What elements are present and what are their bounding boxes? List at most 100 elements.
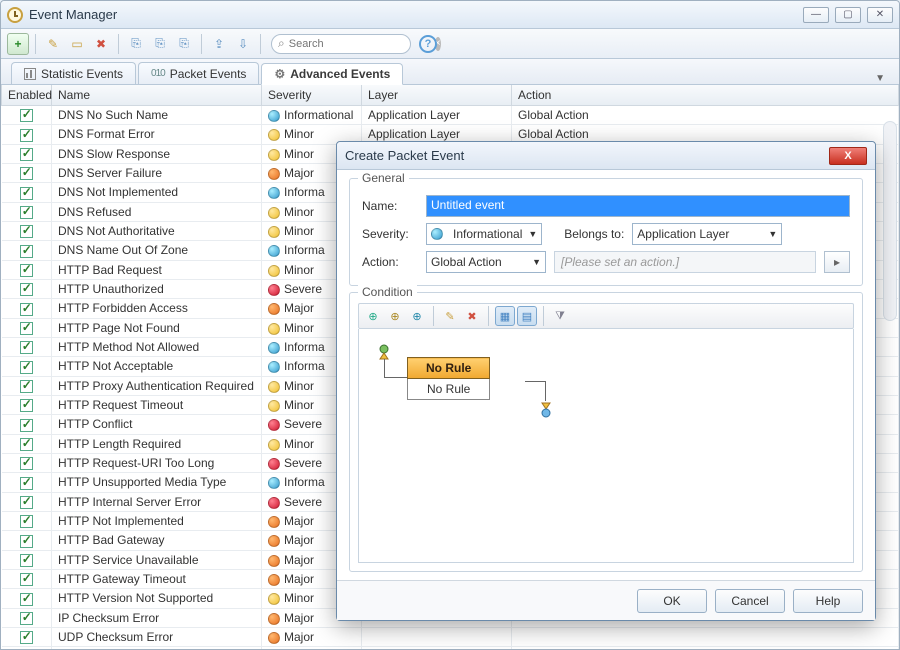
- ok-button[interactable]: OK: [637, 589, 707, 613]
- open-button[interactable]: ▭: [66, 33, 88, 55]
- enabled-checkbox[interactable]: [20, 167, 33, 180]
- enabled-checkbox[interactable]: [20, 535, 33, 548]
- severity-dot-icon: [268, 593, 280, 605]
- enabled-checkbox[interactable]: [20, 303, 33, 316]
- enabled-checkbox[interactable]: [20, 341, 33, 354]
- cond-edit-button[interactable]: ✎: [440, 306, 460, 326]
- tab-statistic-events[interactable]: Statistic Events: [11, 62, 136, 84]
- connector-line: [545, 381, 546, 401]
- cond-view2-button[interactable]: ▤: [517, 306, 537, 326]
- col-layer[interactable]: Layer: [362, 85, 512, 106]
- enabled-checkbox[interactable]: [20, 631, 33, 644]
- export-button[interactable]: ⇪: [208, 33, 230, 55]
- tabs-dropdown[interactable]: ▼: [875, 73, 889, 84]
- action-select[interactable]: Global Action ▼: [426, 251, 546, 273]
- condition-canvas[interactable]: No Rule No Rule: [358, 329, 854, 563]
- search-box[interactable]: ⌕ ×: [271, 34, 411, 54]
- enabled-checkbox[interactable]: [20, 515, 33, 528]
- cancel-button[interactable]: Cancel: [715, 589, 785, 613]
- cond-add-and-button[interactable]: ⊕: [363, 306, 383, 326]
- enabled-checkbox[interactable]: [20, 477, 33, 490]
- end-node-icon: [537, 401, 555, 419]
- enabled-checkbox[interactable]: [20, 264, 33, 277]
- tab-packet-events[interactable]: 010 Packet Events: [138, 62, 259, 84]
- copy1-button[interactable]: ⎘: [125, 33, 147, 55]
- cell-name: HTTP Unauthorized: [52, 279, 262, 298]
- copy2-button[interactable]: ⎘: [149, 33, 171, 55]
- maximize-button[interactable]: ▢: [835, 7, 861, 23]
- enabled-checkbox[interactable]: [20, 361, 33, 374]
- separator-icon: [433, 306, 434, 326]
- enabled-checkbox[interactable]: [20, 457, 33, 470]
- enabled-checkbox[interactable]: [20, 612, 33, 625]
- run-action-button[interactable]: ▸: [824, 251, 850, 273]
- action-value: Global Action: [431, 255, 502, 269]
- caret-icon: ▼: [768, 229, 777, 239]
- enabled-checkbox[interactable]: [20, 573, 33, 586]
- close-button[interactable]: ✕: [867, 7, 893, 23]
- cond-add-or-button[interactable]: ⊕: [385, 306, 405, 326]
- enabled-checkbox[interactable]: [20, 380, 33, 393]
- dialog-close-button[interactable]: X: [829, 147, 867, 165]
- help-button[interactable]: Help: [793, 589, 863, 613]
- cell-layer: Application Layer: [362, 106, 512, 125]
- belongs-select[interactable]: Application Layer ▼: [632, 223, 782, 245]
- table-row[interactable]: TCP Checksum ErrorMajor: [2, 647, 899, 649]
- col-severity[interactable]: Severity: [262, 85, 362, 106]
- cell-layer: [362, 627, 512, 646]
- connector-line: [525, 381, 545, 382]
- enabled-checkbox[interactable]: [20, 109, 33, 122]
- add-button[interactable]: +: [7, 33, 29, 55]
- search-input[interactable]: [289, 38, 431, 50]
- rule-node-body: No Rule: [408, 379, 490, 400]
- enabled-checkbox[interactable]: [20, 283, 33, 296]
- enabled-checkbox[interactable]: [20, 322, 33, 335]
- cell-name: HTTP Unsupported Media Type: [52, 473, 262, 492]
- help-button[interactable]: ?: [419, 35, 437, 53]
- enabled-checkbox[interactable]: [20, 496, 33, 509]
- severity-dot-icon: [268, 129, 280, 141]
- group-general-title: General: [358, 171, 409, 185]
- delete-button[interactable]: ✖: [90, 33, 112, 55]
- enabled-checkbox[interactable]: [20, 187, 33, 200]
- import-button[interactable]: ⇩: [232, 33, 254, 55]
- cond-add-not-button[interactable]: ⊕: [407, 306, 427, 326]
- cond-view1-button[interactable]: ▦: [495, 306, 515, 326]
- col-enabled[interactable]: Enabled: [2, 85, 52, 106]
- cond-filter-button[interactable]: ⧩: [550, 306, 570, 326]
- enabled-checkbox[interactable]: [20, 593, 33, 606]
- enabled-checkbox[interactable]: [20, 399, 33, 412]
- enabled-checkbox[interactable]: [20, 206, 33, 219]
- severity-dot-icon: [268, 265, 280, 277]
- dialog-titlebar: Create Packet Event X: [337, 142, 875, 170]
- minimize-button[interactable]: —: [803, 7, 829, 23]
- severity-select[interactable]: Informational ▼: [426, 223, 542, 245]
- create-packet-event-dialog: Create Packet Event X General Name: Unti…: [336, 141, 876, 621]
- enabled-checkbox[interactable]: [20, 245, 33, 258]
- severity-dot-icon: [268, 226, 280, 238]
- enabled-checkbox[interactable]: [20, 129, 33, 142]
- rule-node[interactable]: No Rule No Rule: [407, 357, 490, 400]
- edit-button[interactable]: ✎: [42, 33, 64, 55]
- connector-line: [384, 359, 385, 377]
- separator-icon: [260, 34, 261, 54]
- table-row[interactable]: UDP Checksum ErrorMajor: [2, 627, 899, 646]
- scrollbar[interactable]: [883, 121, 897, 321]
- col-action[interactable]: Action: [512, 85, 899, 106]
- cell-name: DNS Refused: [52, 202, 262, 221]
- col-name[interactable]: Name: [52, 85, 262, 106]
- cell-name: HTTP Forbidden Access: [52, 299, 262, 318]
- enabled-checkbox[interactable]: [20, 438, 33, 451]
- enabled-checkbox[interactable]: [20, 225, 33, 238]
- cond-delete-button[interactable]: ✖: [462, 306, 482, 326]
- name-input[interactable]: Untitled event: [426, 195, 850, 217]
- table-row[interactable]: DNS No Such NameInformationalApplication…: [2, 106, 899, 125]
- copy3-button[interactable]: ⎘: [173, 33, 195, 55]
- enabled-checkbox[interactable]: [20, 419, 33, 432]
- enabled-checkbox[interactable]: [20, 554, 33, 567]
- cell-action: [512, 627, 899, 646]
- severity-dot-icon: [268, 555, 280, 567]
- enabled-checkbox[interactable]: [20, 148, 33, 161]
- cell-name: HTTP Gateway Timeout: [52, 569, 262, 588]
- tab-advanced-events[interactable]: ⚙ Advanced Events: [261, 63, 403, 85]
